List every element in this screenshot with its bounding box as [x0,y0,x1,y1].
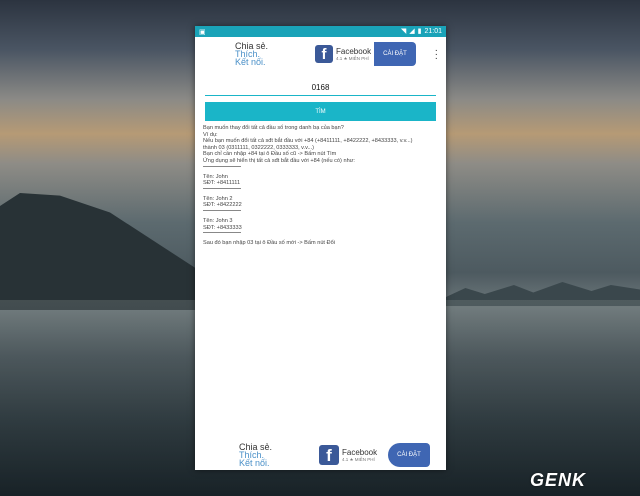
instructions: Bạn muốn thay đổi tất cả đầu số trong da… [195,121,446,247]
image-notification-icon: ▣ [199,28,206,36]
bottom-ad-banner[interactable]: Chia sẻ. Thích. Kết nối. f Facebook 4.1 … [195,440,446,470]
overflow-menu-icon[interactable]: · · · [435,46,438,64]
status-time: 21:01 [424,28,442,35]
search-button[interactable]: TÌM [205,102,436,121]
divider [203,165,241,167]
footer-instruction: Sau đó bạn nhập 03 tại ô Đầu số mới -> B… [203,240,335,247]
top-ad-banner[interactable]: Chia sẻ. Thích. Kết nối. f Facebook 4.1 … [195,37,446,71]
ad-rating: 4.1 ★ MIỄN PHÍ [342,456,375,462]
status-bar: ▣ ◥ ◢ ▮ 21:01 [195,26,446,37]
divider [203,187,241,189]
prefix-input[interactable] [205,80,436,96]
facebook-logo-icon: f [315,45,333,63]
ad-install-button[interactable]: CÀI ĐẶT [388,443,430,467]
contact-name: Tên: John 3 [203,217,233,224]
ad-app-name: Facebook [342,447,378,457]
ad-app-name: Facebook [336,46,372,56]
wifi-icon: ◥ [400,28,407,35]
facebook-logo-icon: f [319,445,339,465]
contact-name: Tên: John 2 [203,195,233,202]
genk-watermark-logo: GENK [530,470,587,490]
phone-screen: ▣ ◥ ◢ ▮ 21:01 Chia sẻ. Thích. Kết nối. f… [195,26,446,470]
contact-phone: SĐT: +8422222 [203,202,242,209]
contact-name: Tên: John [203,173,228,180]
contact-phone: SĐT: +8411111 [203,180,241,187]
divider [203,209,241,211]
contact-phone: SĐT: +8433333 [203,224,242,231]
background-mountain-left [0,193,200,310]
ad-rating: 4.1 ★ MIỄN PHÍ [336,55,369,61]
ad-tagline: Chia sẻ. Thích. Kết nối. [239,442,273,468]
signal-icon: ◢ [409,28,415,35]
ad-install-button[interactable]: CÀI ĐẶT [374,42,416,66]
ad-tagline: Chia sẻ. Thích. Kết nối. [235,41,269,67]
divider [203,232,241,234]
battery-icon: ▮ [417,28,422,35]
